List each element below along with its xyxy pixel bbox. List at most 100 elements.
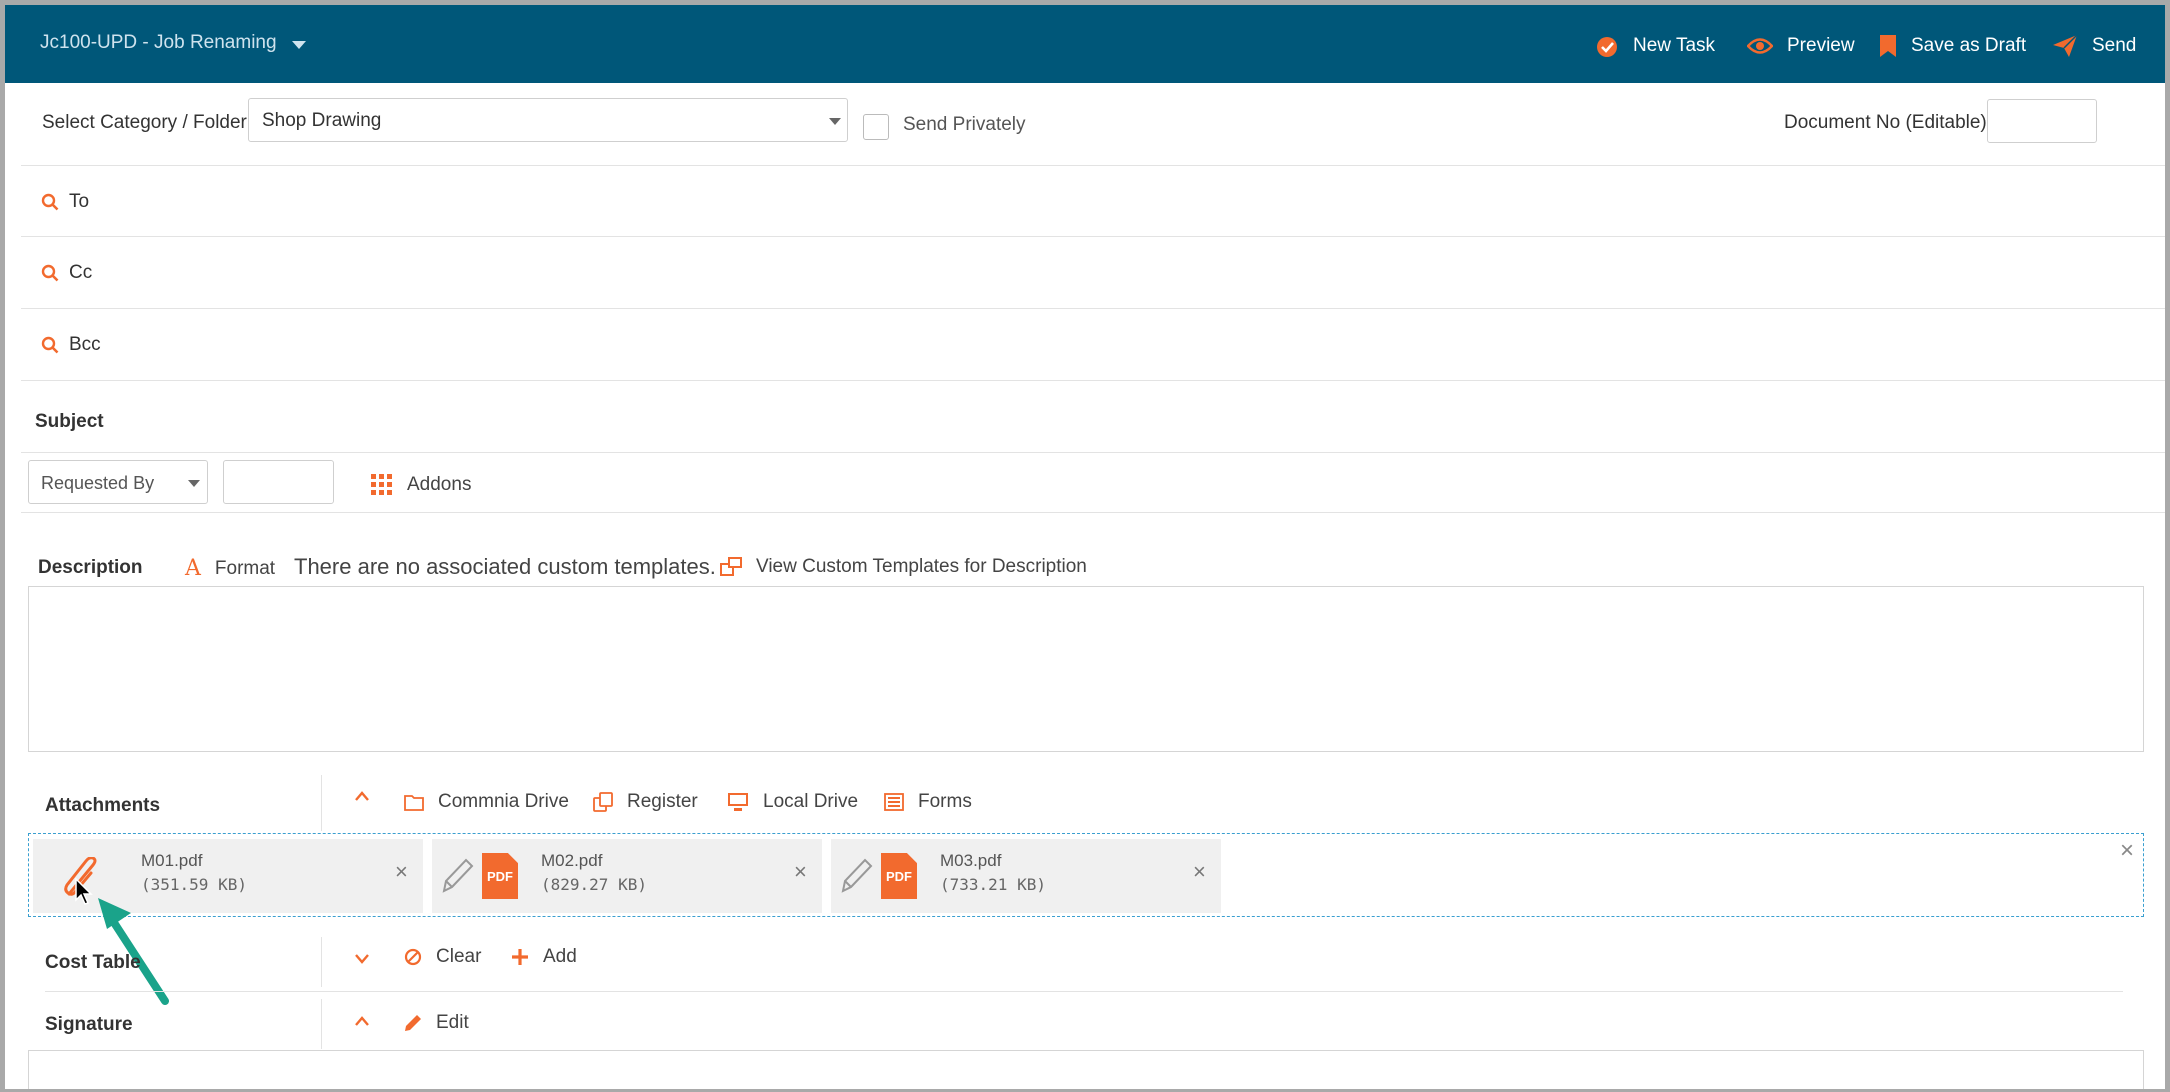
to-field[interactable]: To xyxy=(41,191,89,213)
edit-signature-button[interactable]: Edit xyxy=(404,1012,469,1034)
cost-table-label: Cost Table xyxy=(45,952,141,973)
job-dropdown-caret-icon[interactable] xyxy=(292,41,306,49)
clear-attachments-icon[interactable]: × xyxy=(2120,837,2134,865)
clear-button[interactable]: Clear xyxy=(404,946,481,968)
signature-label: Signature xyxy=(45,1014,133,1035)
mouse-cursor-icon xyxy=(75,878,93,905)
register-button[interactable]: Register xyxy=(593,791,698,813)
attachment-card[interactable]: PDF M02.pdf (829.27 KB) × xyxy=(432,839,822,913)
search-icon xyxy=(41,193,59,211)
search-icon xyxy=(41,264,59,282)
document-no-label: Document No (Editable): xyxy=(1784,112,1993,133)
commnia-drive-label: Commnia Drive xyxy=(438,791,569,812)
pencil-icon xyxy=(841,858,873,893)
category-select[interactable]: Shop Drawing xyxy=(248,98,848,142)
send-label: Send xyxy=(2092,35,2137,56)
font-format-icon: A xyxy=(185,556,201,581)
divider xyxy=(45,991,2123,992)
forms-button[interactable]: Forms xyxy=(884,791,972,813)
pdf-file-icon: PDF xyxy=(482,853,518,899)
new-task-button[interactable]: New Task xyxy=(1595,31,1715,61)
compose-window: Jc100-UPD - Job Renaming New Task Previe… xyxy=(5,5,2165,1089)
edit-label: Edit xyxy=(436,1012,469,1033)
divider xyxy=(21,452,2165,453)
ban-icon xyxy=(404,948,422,966)
folder-icon xyxy=(404,794,424,811)
copy-icon xyxy=(593,792,613,812)
add-label: Add xyxy=(543,946,577,967)
collapse-signature-icon[interactable] xyxy=(354,1015,370,1027)
external-window-icon xyxy=(720,557,742,576)
subject-label: Subject xyxy=(35,411,104,432)
format-button[interactable]: A Format xyxy=(185,556,275,581)
category-value: Shop Drawing xyxy=(262,110,382,131)
attachment-name: M02.pdf xyxy=(541,851,603,870)
local-drive-label: Local Drive xyxy=(763,791,859,812)
divider xyxy=(21,165,2165,166)
send-button[interactable]: Send xyxy=(2052,31,2136,61)
description-label: Description xyxy=(38,557,143,578)
bookmark-icon xyxy=(1880,35,1896,57)
job-title[interactable]: Jc100-UPD - Job Renaming xyxy=(40,32,277,54)
divider xyxy=(321,775,322,831)
new-task-label: New Task xyxy=(1633,35,1716,56)
add-button[interactable]: Add xyxy=(511,946,577,968)
cc-field[interactable]: Cc xyxy=(41,262,92,284)
grid-icon xyxy=(371,474,392,495)
pencil-icon xyxy=(442,858,474,893)
attachment-name: M03.pdf xyxy=(940,851,1002,870)
attachment-size: (829.27 KB) xyxy=(541,875,647,894)
remove-attachment-icon[interactable]: × xyxy=(395,859,408,885)
new-task-icon xyxy=(1597,37,1617,57)
category-caret-icon xyxy=(829,118,841,125)
remove-attachment-icon[interactable]: × xyxy=(1193,859,1206,885)
divider xyxy=(321,999,322,1049)
requested-by-value: Requested By xyxy=(41,473,155,493)
commnia-drive-button[interactable]: Commnia Drive xyxy=(404,791,569,813)
requested-by-input[interactable] xyxy=(223,460,334,504)
remove-attachment-icon[interactable]: × xyxy=(794,859,807,885)
bcc-label: Bcc xyxy=(69,334,101,355)
send-privately-label: Send Privately xyxy=(903,114,1026,135)
attachment-size: (733.21 KB) xyxy=(940,875,1046,894)
to-label: To xyxy=(69,191,90,212)
send-privately-checkbox[interactable] xyxy=(863,114,889,140)
register-label: Register xyxy=(627,791,698,812)
category-label: Select Category / Folder xyxy=(42,112,247,133)
monitor-icon xyxy=(728,793,748,811)
search-icon xyxy=(41,336,59,354)
preview-button[interactable]: Preview xyxy=(1747,31,1855,61)
bcc-field[interactable]: Bcc xyxy=(41,334,101,356)
save-draft-label: Save as Draft xyxy=(1911,35,2027,56)
divider xyxy=(21,308,2165,309)
divider xyxy=(21,380,2165,381)
divider xyxy=(21,236,2165,237)
divider xyxy=(21,512,2165,513)
top-bar: Jc100-UPD - Job Renaming New Task Previe… xyxy=(5,5,2165,83)
save-draft-button[interactable]: Save as Draft xyxy=(1879,31,2026,61)
cc-label: Cc xyxy=(69,262,93,283)
attachments-label: Attachments xyxy=(45,795,161,816)
expand-cost-table-icon[interactable] xyxy=(354,953,370,965)
addons-button[interactable]: Addons xyxy=(371,474,471,496)
send-icon xyxy=(2053,34,2078,57)
attachment-name: M01.pdf xyxy=(141,851,203,870)
local-drive-button[interactable]: Local Drive xyxy=(727,791,858,813)
preview-label: Preview xyxy=(1787,35,1855,56)
description-editor[interactable] xyxy=(28,586,2144,752)
addons-label: Addons xyxy=(407,474,472,495)
collapse-attachments-icon[interactable] xyxy=(354,785,370,808)
eye-icon xyxy=(1747,38,1773,54)
document-no-input[interactable] xyxy=(1987,99,2097,143)
attachment-size: (351.59 KB) xyxy=(141,875,247,894)
pencil-icon xyxy=(405,1015,421,1031)
signature-box[interactable] xyxy=(28,1050,2144,1089)
plus-icon xyxy=(512,949,528,965)
divider xyxy=(321,937,322,987)
clear-label: Clear xyxy=(436,946,482,967)
forms-label: Forms xyxy=(918,791,972,812)
view-templates-link[interactable]: View Custom Templates for Description xyxy=(720,556,1087,578)
attachment-card[interactable]: PDF M03.pdf (733.21 KB) × xyxy=(831,839,1221,913)
requested-by-caret-icon xyxy=(188,480,200,487)
requested-by-select[interactable]: Requested By xyxy=(28,460,208,504)
